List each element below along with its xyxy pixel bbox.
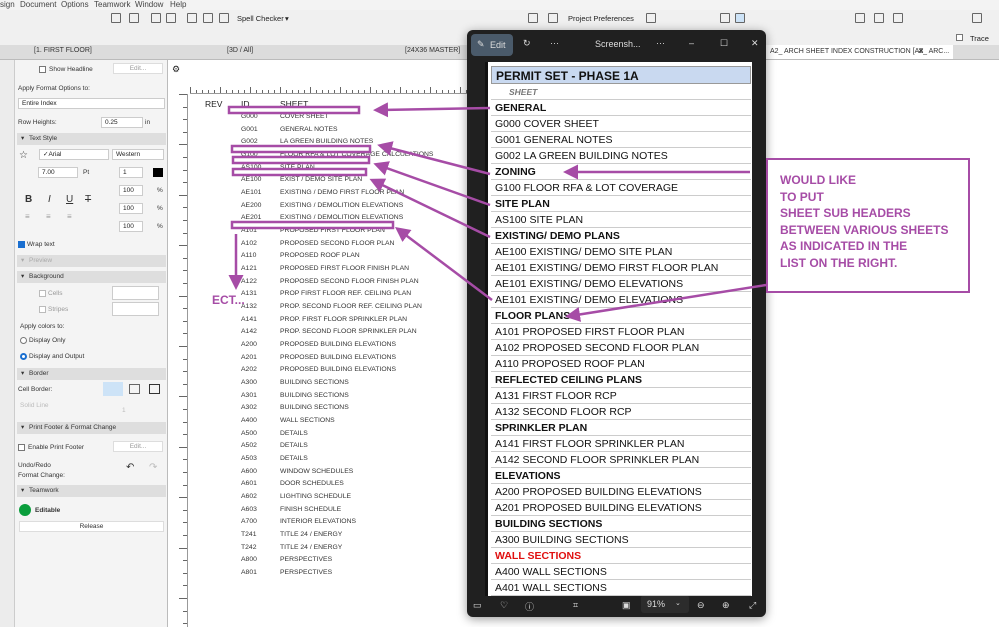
- arrow: [395, 226, 493, 301]
- annotation-overlay: [227, 102, 767, 322]
- arrow: [373, 161, 491, 207]
- highlight-box: [231, 155, 371, 165]
- highlight-box: [230, 220, 395, 230]
- arrow: [373, 102, 491, 118]
- arrow: [377, 141, 491, 176]
- arrow: [565, 283, 767, 322]
- highlight-box: [227, 105, 361, 115]
- highlight-box: [230, 144, 372, 154]
- highlight-box: [231, 167, 368, 177]
